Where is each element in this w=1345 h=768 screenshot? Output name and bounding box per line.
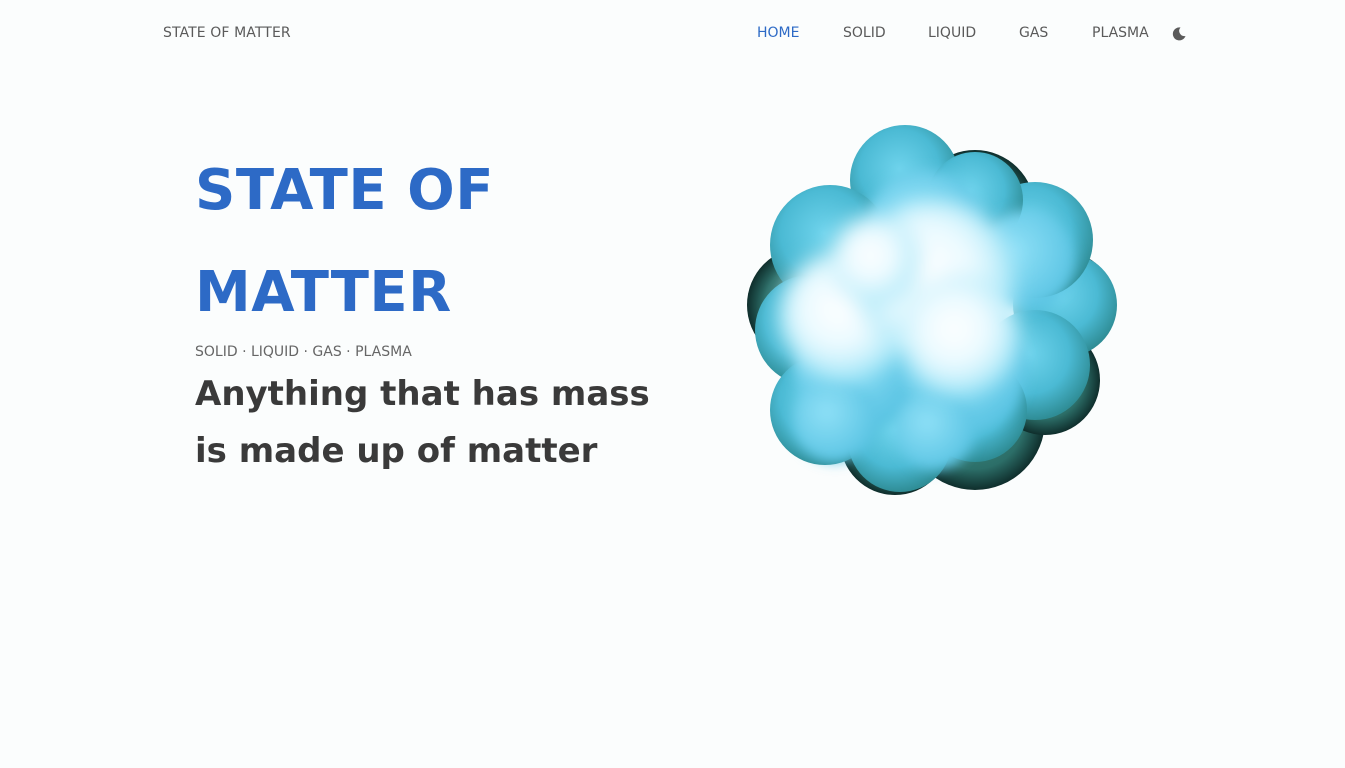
- nav-link-home[interactable]: HOME: [757, 25, 799, 41]
- tagline-line-1: Anything that has mass: [195, 374, 650, 414]
- nav-link-plasma[interactable]: PLASMA: [1092, 25, 1149, 41]
- hero-title-line-1: STATE OF: [195, 158, 494, 223]
- tagline-line-2: is made up of matter: [195, 431, 598, 471]
- states-subtitle: SOLID · LIQUID · GAS · PLASMA: [195, 344, 412, 360]
- tagline: Anything that has mass is made up of mat…: [195, 366, 665, 480]
- nav-link-liquid[interactable]: LIQUID: [928, 25, 976, 41]
- nav-links: HOME SOLID LIQUID GAS PLASMA: [0, 25, 1345, 45]
- nav-link-gas[interactable]: GAS: [1019, 25, 1048, 41]
- navbar: STATE OF MATTER HOME SOLID LIQUID GAS PL…: [0, 0, 1345, 70]
- nav-link-solid[interactable]: SOLID: [843, 25, 886, 41]
- matter-blob-illustration: [735, 120, 1130, 505]
- page: STATE OF MATTER HOME SOLID LIQUID GAS PL…: [0, 0, 1345, 768]
- moon-icon[interactable]: [1171, 26, 1187, 42]
- hero-title-line-2: MATTER: [195, 260, 452, 325]
- hero-title: STATE OF MATTER: [195, 140, 615, 344]
